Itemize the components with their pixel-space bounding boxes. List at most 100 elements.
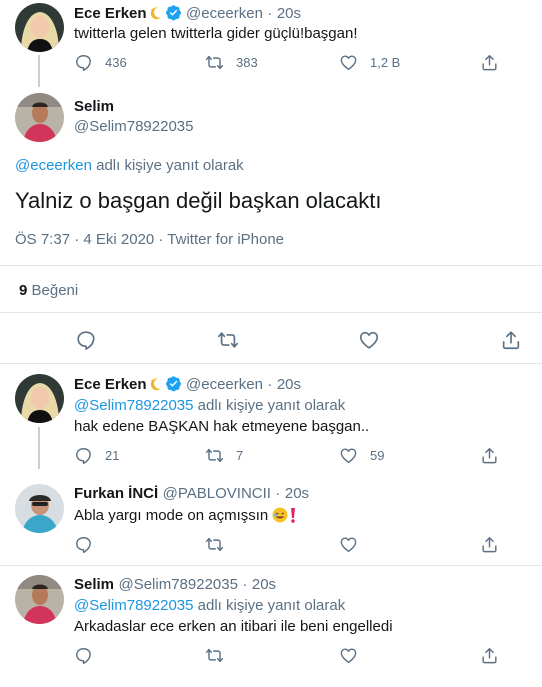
tweet-text: twitterla gelen twitterla gider güçlü!ba… xyxy=(74,25,358,42)
separator-dot: · xyxy=(267,376,273,393)
crescent-moon-icon xyxy=(147,5,163,21)
retweet-icon xyxy=(205,53,224,72)
tweet-timestamp[interactable]: ÖS 7:37 · 4 Eki 2020 · Twitter for iPhon… xyxy=(15,231,284,248)
like-count: 1,2 B xyxy=(370,55,401,70)
share-icon xyxy=(480,646,499,665)
thread-connector xyxy=(38,427,40,469)
reply-icon xyxy=(74,535,93,554)
tweet-time[interactable]: 20s xyxy=(285,485,309,502)
share-button[interactable] xyxy=(480,646,499,665)
reply-context: @Selim78922035 adlı kişiye yanıt olarak xyxy=(74,597,345,614)
tweet-time[interactable]: 20s xyxy=(252,576,276,593)
tweet-text: Arkadaslar ece erken an itibari ile beni… xyxy=(74,618,393,635)
divider xyxy=(0,363,542,364)
thread-connector xyxy=(38,55,40,87)
tweet-header: Selim @Selim78922035 · 20s xyxy=(74,576,276,594)
share-icon xyxy=(480,535,499,554)
reply-count: 436 xyxy=(105,55,127,70)
author-handle[interactable]: @Selim78922035 xyxy=(118,576,237,593)
retweet-count: 383 xyxy=(236,55,258,70)
reply-button[interactable]: 21 xyxy=(74,446,119,465)
divider xyxy=(0,265,542,266)
share-button[interactable] xyxy=(500,329,522,351)
heart-icon xyxy=(339,535,358,554)
reply-context-label: adlı kişiye yanıt olarak xyxy=(193,597,346,614)
avatar[interactable] xyxy=(15,3,64,52)
reply-icon xyxy=(75,329,97,351)
reply-context-label: adlı kişiye yanıt olarak xyxy=(193,397,346,414)
tweet-text: hak edene BAŞKAN hak etmeyene başgan.. xyxy=(74,418,370,435)
verified-badge-icon xyxy=(165,4,182,21)
share-icon xyxy=(500,329,522,351)
reply-count: 21 xyxy=(105,448,120,463)
reply-button[interactable] xyxy=(75,329,97,351)
reply-button[interactable] xyxy=(74,646,93,665)
retweet-button[interactable] xyxy=(217,329,239,351)
divider xyxy=(0,565,542,566)
heart-icon xyxy=(339,446,358,465)
author-name[interactable]: Ece Erken xyxy=(74,376,147,393)
like-button[interactable] xyxy=(339,535,358,554)
retweet-icon xyxy=(217,329,239,351)
retweet-icon xyxy=(205,535,224,554)
author-handle[interactable]: @PABLOVINCII xyxy=(163,485,271,502)
tweet-header: Ece Erken @eceerken · 20s xyxy=(74,4,301,23)
reply-icon xyxy=(74,646,93,665)
retweet-button[interactable]: 7 xyxy=(205,446,243,465)
likes-summary[interactable]: 9 Beğeni xyxy=(19,282,78,299)
likes-summary-label: Beğeni xyxy=(27,282,79,299)
reply-icon xyxy=(74,53,93,72)
share-button[interactable] xyxy=(480,446,499,465)
verified-badge-icon xyxy=(165,375,182,392)
tweet-text: Abla yargı mode on açmışsın xyxy=(74,507,273,524)
share-button[interactable] xyxy=(480,53,499,72)
reply-context: @Selim78922035 adlı kişiye yanıt olarak xyxy=(74,397,345,414)
author-name[interactable]: Selim xyxy=(74,98,114,115)
like-button[interactable]: 1,2 B xyxy=(339,53,400,72)
reply-mention-link[interactable]: @Selim78922035 xyxy=(74,597,193,614)
like-button[interactable] xyxy=(358,329,380,351)
rolling-laughing-emoji-icon xyxy=(272,507,288,527)
retweet-button[interactable] xyxy=(205,535,224,554)
author-name[interactable]: Ece Erken xyxy=(74,5,147,22)
heart-icon xyxy=(339,646,358,665)
avatar[interactable] xyxy=(15,93,64,142)
tweet-header: Furkan İNCİ @PABLOVINCII · 20s xyxy=(74,485,309,503)
reply-context: @eceerken adlı kişiye yanıt olarak xyxy=(15,157,244,174)
retweet-button[interactable]: 383 xyxy=(205,53,258,72)
reply-button[interactable]: 436 xyxy=(74,53,127,72)
reply-mention-link[interactable]: @Selim78922035 xyxy=(74,397,193,414)
reply-button[interactable] xyxy=(74,535,93,554)
like-button[interactable]: 59 xyxy=(339,446,384,465)
share-icon xyxy=(480,53,499,72)
heart-icon xyxy=(339,53,358,72)
separator-dot: · xyxy=(267,5,273,22)
main-tweet-text: Yalniz o başgan değil başkan olacaktı xyxy=(15,188,382,213)
share-button[interactable] xyxy=(480,535,499,554)
separator-dot: · xyxy=(242,576,248,593)
reply-context-label: adlı kişiye yanıt olarak xyxy=(91,157,244,174)
author-handle[interactable]: @eceerken xyxy=(186,376,263,393)
retweet-icon xyxy=(205,446,224,465)
tweet-text-row: Abla yargı mode on açmışsın xyxy=(74,507,298,527)
author-handle[interactable]: @Selim78922035 xyxy=(74,118,193,135)
avatar[interactable] xyxy=(15,484,64,533)
tweet-header: Ece Erken @eceerken · 20s xyxy=(74,375,301,394)
tweet-time[interactable]: 20s xyxy=(277,376,301,393)
divider xyxy=(0,312,542,313)
reply-mention-link[interactable]: @eceerken xyxy=(15,157,92,174)
like-button[interactable] xyxy=(339,646,358,665)
separator-dot: · xyxy=(275,485,281,502)
retweet-button[interactable] xyxy=(205,646,224,665)
author-handle[interactable]: @eceerken xyxy=(186,5,263,22)
tweet-time[interactable]: 20s xyxy=(277,5,301,22)
avatar[interactable] xyxy=(15,374,64,423)
like-count: 59 xyxy=(370,448,385,463)
author-name[interactable]: Furkan İNCİ xyxy=(74,485,158,502)
avatar[interactable] xyxy=(15,575,64,624)
exclamation-icon xyxy=(288,507,298,527)
author-name[interactable]: Selim xyxy=(74,576,114,593)
crescent-moon-icon xyxy=(147,376,163,392)
reply-icon xyxy=(74,446,93,465)
heart-icon xyxy=(358,329,380,351)
